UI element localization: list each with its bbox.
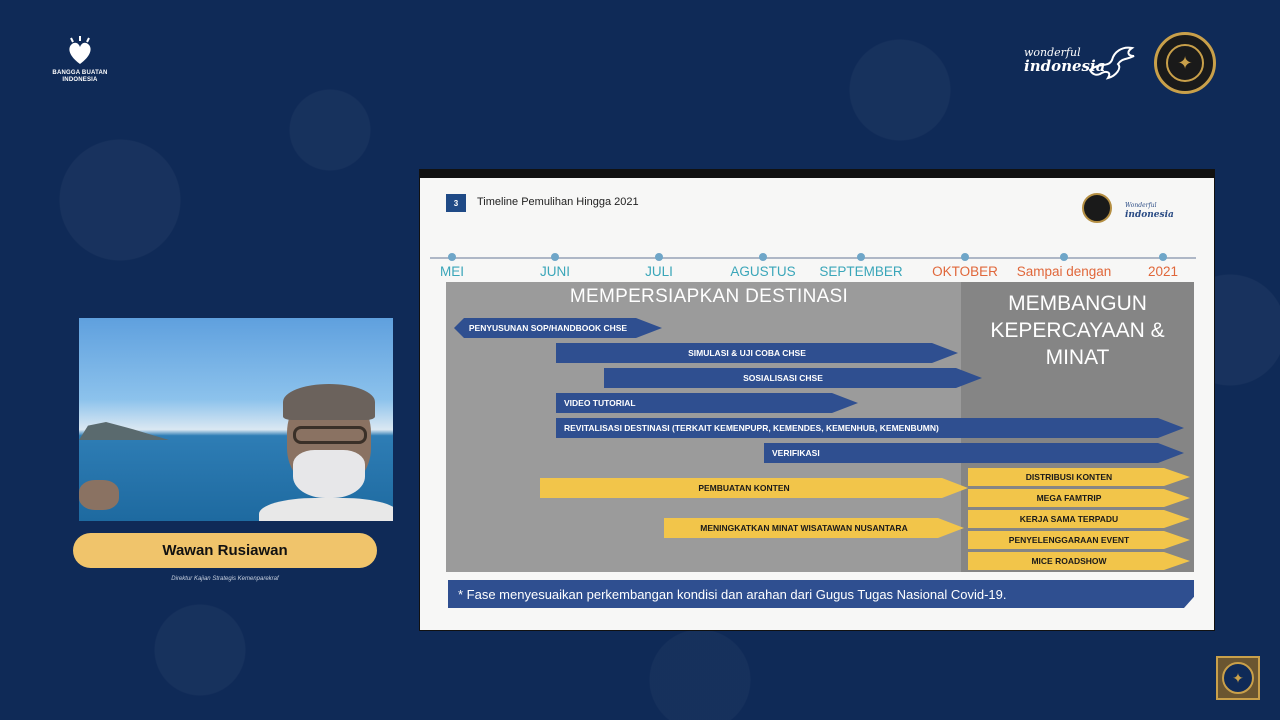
heart-hand-icon bbox=[69, 36, 91, 64]
timeline-label: JUNI bbox=[540, 264, 570, 279]
activity-bar: KERJA SAMA TERPADU bbox=[968, 510, 1190, 528]
slide-logo-text: indonesia bbox=[1125, 210, 1174, 220]
phase-right-title: MEMBANGUN KEPERCAYAAN & MINAT bbox=[990, 292, 1165, 369]
activity-bar: PENYUSUNAN SOP/HANDBOOK CHSE bbox=[454, 318, 662, 338]
activity-bar: REVITALISASI DESTINASI (TERKAIT KEMENPUP… bbox=[556, 418, 1184, 438]
activity-bar: MICE ROADSHOW bbox=[968, 552, 1190, 570]
slide-wonderful-indonesia-logo: Wonderful indonesia bbox=[1125, 200, 1174, 220]
garuda-bird-icon bbox=[1088, 46, 1135, 80]
brand-left-text: BANGGA BUATAN INDONESIA bbox=[52, 70, 108, 83]
participant-name-label: Wawan Rusiawan bbox=[73, 533, 377, 568]
slide-footnote: * Fase menyesuaikan perkembangan kondisi… bbox=[448, 580, 1194, 608]
timeline-label: JULI bbox=[645, 264, 673, 279]
ministry-seal-bottom-icon: ✦ bbox=[1216, 656, 1260, 700]
activity-bar: VERIFIKASI bbox=[764, 443, 1184, 463]
timeline-dot bbox=[961, 253, 969, 261]
activity-bar: DISTRIBUSI KONTEN bbox=[968, 468, 1190, 486]
timeline-dot bbox=[448, 253, 456, 261]
timeline-label: Sampai dengan bbox=[1016, 264, 1112, 279]
timeline-axis bbox=[430, 257, 1196, 259]
timeline-dot bbox=[759, 253, 767, 261]
timeline-label: AGUSTUS bbox=[730, 264, 796, 279]
ministry-seal-icon: ✦ bbox=[1154, 32, 1216, 94]
timeline-dot bbox=[1159, 253, 1167, 261]
activity-bar: MEGA FAMTRIP bbox=[968, 489, 1190, 507]
timeline-dot bbox=[857, 253, 865, 261]
bangga-buatan-indonesia-logo: BANGGA BUATAN INDONESIA bbox=[48, 34, 112, 84]
slide-seal-icon bbox=[1082, 193, 1112, 223]
slide-title: Timeline Pemulihan Hingga 2021 bbox=[477, 196, 639, 208]
phase-left-title: MEMPERSIAPKAN DESTINASI bbox=[569, 286, 849, 307]
participant-hand bbox=[79, 480, 119, 510]
seal-bottom-emblem-icon: ✦ bbox=[1222, 662, 1254, 694]
slide-number: 3 bbox=[446, 194, 466, 212]
timeline-dot bbox=[655, 253, 663, 261]
slide-logo-prefix: Wonderful bbox=[1125, 202, 1157, 209]
presentation-slide: 3 Timeline Pemulihan Hingga 2021 Wonderf… bbox=[420, 178, 1214, 630]
activity-bar: VIDEO TUTORIAL bbox=[556, 393, 858, 413]
timeline-label: MEI bbox=[440, 264, 465, 279]
timeline-label: 2021 bbox=[1147, 264, 1179, 279]
activity-bar: PENYELENGGARAAN EVENT bbox=[968, 531, 1190, 549]
activity-bar: SOSIALISASI CHSE bbox=[604, 368, 982, 388]
participant-caption: Direktur Kajian Strategis Kemenparekraf bbox=[171, 576, 279, 582]
timeline-label: OKTOBER bbox=[932, 264, 998, 279]
timeline-dot bbox=[551, 253, 559, 261]
participant-figure bbox=[259, 384, 393, 521]
activity-bar: PEMBUATAN KONTEN bbox=[540, 478, 968, 498]
seal-emblem-icon: ✦ bbox=[1166, 44, 1204, 82]
timeline-label: SEPTEMBER bbox=[819, 264, 903, 279]
activity-bar: SIMULASI & UJI COBA CHSE bbox=[556, 343, 958, 363]
timeline-dot bbox=[1060, 253, 1068, 261]
activity-bar: MENINGKATKAN MINAT WISATAWAN NUSANTARA bbox=[664, 518, 964, 538]
video-background-hill bbox=[79, 422, 169, 440]
wonderful-indonesia-logo: wonderful indonesia bbox=[1024, 46, 1135, 80]
participant-video[interactable] bbox=[79, 318, 393, 521]
